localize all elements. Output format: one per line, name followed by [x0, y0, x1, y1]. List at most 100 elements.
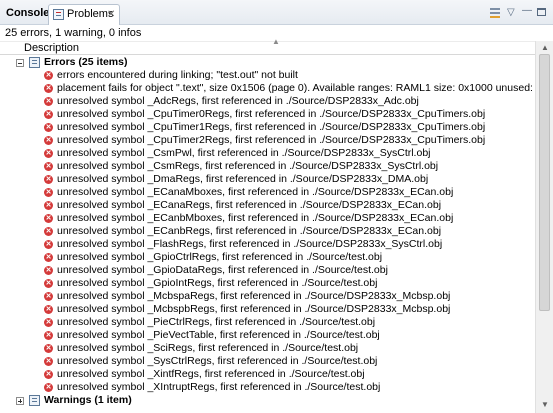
error-message: unresolved symbol _ECanaMboxes, first re…: [57, 186, 454, 198]
error-icon: ✕: [44, 97, 53, 106]
error-icon: ✕: [44, 71, 53, 80]
error-icon: ✕: [44, 123, 53, 132]
error-group-icon: [29, 57, 40, 68]
error-row[interactable]: ✕ unresolved symbol _FlashRegs, first ref…: [0, 238, 535, 251]
error-row[interactable]: ✕ unresolved symbol _PieVectTable, first …: [0, 329, 535, 342]
error-row[interactable]: ✕ unresolved symbol _AdcRegs, first refer…: [0, 95, 535, 108]
error-message: unresolved symbol _CsmRegs, first refere…: [57, 160, 439, 172]
error-message: unresolved symbol _PieVectTable, first r…: [57, 329, 380, 341]
scrollbar-thumb[interactable]: [539, 54, 550, 311]
error-icon: ✕: [44, 175, 53, 184]
error-message: unresolved symbol _DmaRegs, first refere…: [57, 173, 429, 185]
error-message: errors encountered during linking; "test…: [57, 69, 298, 81]
error-icon: ✕: [44, 201, 53, 210]
error-message: unresolved symbol _SysCtrlRegs, first re…: [57, 355, 378, 367]
expand-icon[interactable]: [16, 397, 24, 405]
error-message: unresolved symbol _XIntruptRegs, first r…: [57, 381, 381, 393]
scroll-up-icon[interactable]: ▲: [541, 43, 549, 52]
error-row[interactable]: ✕ unresolved symbol _SysCtrlRegs, first r…: [0, 355, 535, 368]
error-icon: ✕: [44, 305, 53, 314]
error-icon: ✕: [44, 383, 53, 392]
error-icon: ✕: [44, 136, 53, 145]
column-header-description[interactable]: ▲ Description: [0, 37, 535, 55]
filter-icon[interactable]: [490, 8, 502, 18]
error-icon: ✕: [44, 357, 53, 366]
error-row[interactable]: ✕ unresolved symbol _McbspaRegs, first re…: [0, 290, 535, 303]
error-message: unresolved symbol _SciRegs, first refere…: [57, 342, 359, 354]
error-icon: ✕: [44, 370, 53, 379]
error-icon: ✕: [44, 149, 53, 158]
error-row[interactable]: ✕ unresolved symbol _CpuTimer1Regs, first…: [0, 121, 535, 134]
tab-console[interactable]: Console: [0, 4, 49, 25]
group-warnings-label: Warnings (1 item): [44, 394, 132, 406]
error-icon: ✕: [44, 331, 53, 340]
error-row[interactable]: ✕ unresolved symbol _McbspbRegs, first re…: [0, 303, 535, 316]
minimize-icon[interactable]: —: [522, 6, 532, 16]
error-message: unresolved symbol _GpioDataRegs, first r…: [57, 264, 388, 276]
error-row[interactable]: ✕ unresolved symbol _XIntruptRegs, first …: [0, 381, 535, 394]
error-row[interactable]: ✕ unresolved symbol _CpuTimer2Regs, first…: [0, 134, 535, 147]
error-row[interactable]: ✕ errors encountered during linking; "tes…: [0, 69, 535, 82]
error-row[interactable]: ✕ unresolved symbol _XintfRegs, first ref…: [0, 368, 535, 381]
error-row[interactable]: ✕ unresolved symbol _ECanbRegs, first ref…: [0, 225, 535, 238]
error-message: unresolved symbol _AdcRegs, first refere…: [57, 95, 419, 107]
error-message: unresolved symbol _CsmPwl, first referen…: [57, 147, 431, 159]
scroll-down-icon[interactable]: ▼: [541, 400, 549, 409]
error-row[interactable]: ✕ unresolved symbol _SciRegs, first refer…: [0, 342, 535, 355]
error-icon: ✕: [44, 227, 53, 236]
error-icon: ✕: [44, 253, 53, 262]
group-errors-label: Errors (25 items): [44, 56, 128, 68]
error-message: unresolved symbol _CpuTimer1Regs, first …: [57, 121, 486, 133]
sort-ascending-icon: ▲: [272, 37, 280, 46]
error-row[interactable]: ✕ unresolved symbol _ECanaRegs, first ref…: [0, 199, 535, 212]
error-icon: ✕: [44, 318, 53, 327]
error-icon: ✕: [44, 214, 53, 223]
maximize-icon[interactable]: [537, 8, 546, 16]
error-icon: ✕: [44, 240, 53, 249]
error-message: unresolved symbol _McbspbRegs, first ref…: [57, 303, 451, 315]
error-message: unresolved symbol _PieCtrlRegs, first re…: [57, 316, 376, 328]
error-message: unresolved symbol _McbspaRegs, first ref…: [57, 290, 451, 302]
error-icon: ✕: [44, 266, 53, 275]
error-row[interactable]: ✕ unresolved symbol _GpioDataRegs, first …: [0, 264, 535, 277]
error-row[interactable]: ✕ unresolved symbol _ECanaMboxes, first r…: [0, 186, 535, 199]
problems-tree: Errors (25 items) ✕ errors encountered du…: [0, 56, 535, 413]
close-icon[interactable]: ✕: [107, 5, 115, 24]
error-message: unresolved symbol _ECanbRegs, first refe…: [57, 225, 442, 237]
problems-summary: 25 errors, 1 warning, 0 infos: [5, 27, 142, 39]
error-row[interactable]: ✕ unresolved symbol _GpioCtrlRegs, first …: [0, 251, 535, 264]
error-row[interactable]: ✕ unresolved symbol _CsmRegs, first refer…: [0, 160, 535, 173]
view-tab-bar: Console Problems ✕ ▽ —: [0, 0, 553, 25]
error-icon: ✕: [44, 84, 53, 93]
group-warnings[interactable]: Warnings (1 item): [0, 394, 535, 407]
error-message: unresolved symbol _CpuTimer2Regs, first …: [57, 134, 486, 146]
error-message: unresolved symbol _CpuTimer0Regs, first …: [57, 108, 486, 120]
error-row[interactable]: ✕ unresolved symbol _CpuTimer0Regs, first…: [0, 108, 535, 121]
error-message: unresolved symbol _FlashRegs, first refe…: [57, 238, 443, 250]
error-icon: ✕: [44, 292, 53, 301]
error-row[interactable]: ✕ unresolved symbol _PieCtrlRegs, first r…: [0, 316, 535, 329]
error-icon: ✕: [44, 344, 53, 353]
error-message: unresolved symbol _ECanbMboxes, first re…: [57, 212, 454, 224]
column-header-label: Description: [24, 42, 80, 54]
warning-group-icon: [29, 395, 40, 406]
error-icon: ✕: [44, 279, 53, 288]
view-menu-icon[interactable]: ▽: [507, 8, 515, 18]
error-icon: ✕: [44, 188, 53, 197]
collapse-icon[interactable]: [16, 59, 24, 67]
error-list: ✕ errors encountered during linking; "tes…: [0, 69, 535, 394]
error-message: unresolved symbol _ECanaRegs, first refe…: [57, 199, 442, 211]
group-errors[interactable]: Errors (25 items): [0, 56, 535, 69]
error-icon: ✕: [44, 110, 53, 119]
error-message: unresolved symbol _XintfRegs, first refe…: [57, 368, 365, 380]
error-row[interactable]: ✕ placement fails for object ".text", siz…: [0, 82, 535, 95]
problems-view-icon: [53, 9, 64, 20]
error-message: placement fails for object ".text", size…: [57, 82, 535, 94]
tab-problems[interactable]: Problems ✕: [48, 4, 120, 25]
error-row[interactable]: ✕ unresolved symbol _DmaRegs, first refer…: [0, 173, 535, 186]
error-row[interactable]: ✕ unresolved symbol _ECanbMboxes, first r…: [0, 212, 535, 225]
error-row[interactable]: ✕ unresolved symbol _CsmPwl, first refere…: [0, 147, 535, 160]
vertical-scrollbar[interactable]: ▲ ▼: [535, 41, 553, 413]
error-row[interactable]: ✕ unresolved symbol _GpioIntRegs, first r…: [0, 277, 535, 290]
error-message: unresolved symbol _GpioCtrlRegs, first r…: [57, 251, 383, 263]
